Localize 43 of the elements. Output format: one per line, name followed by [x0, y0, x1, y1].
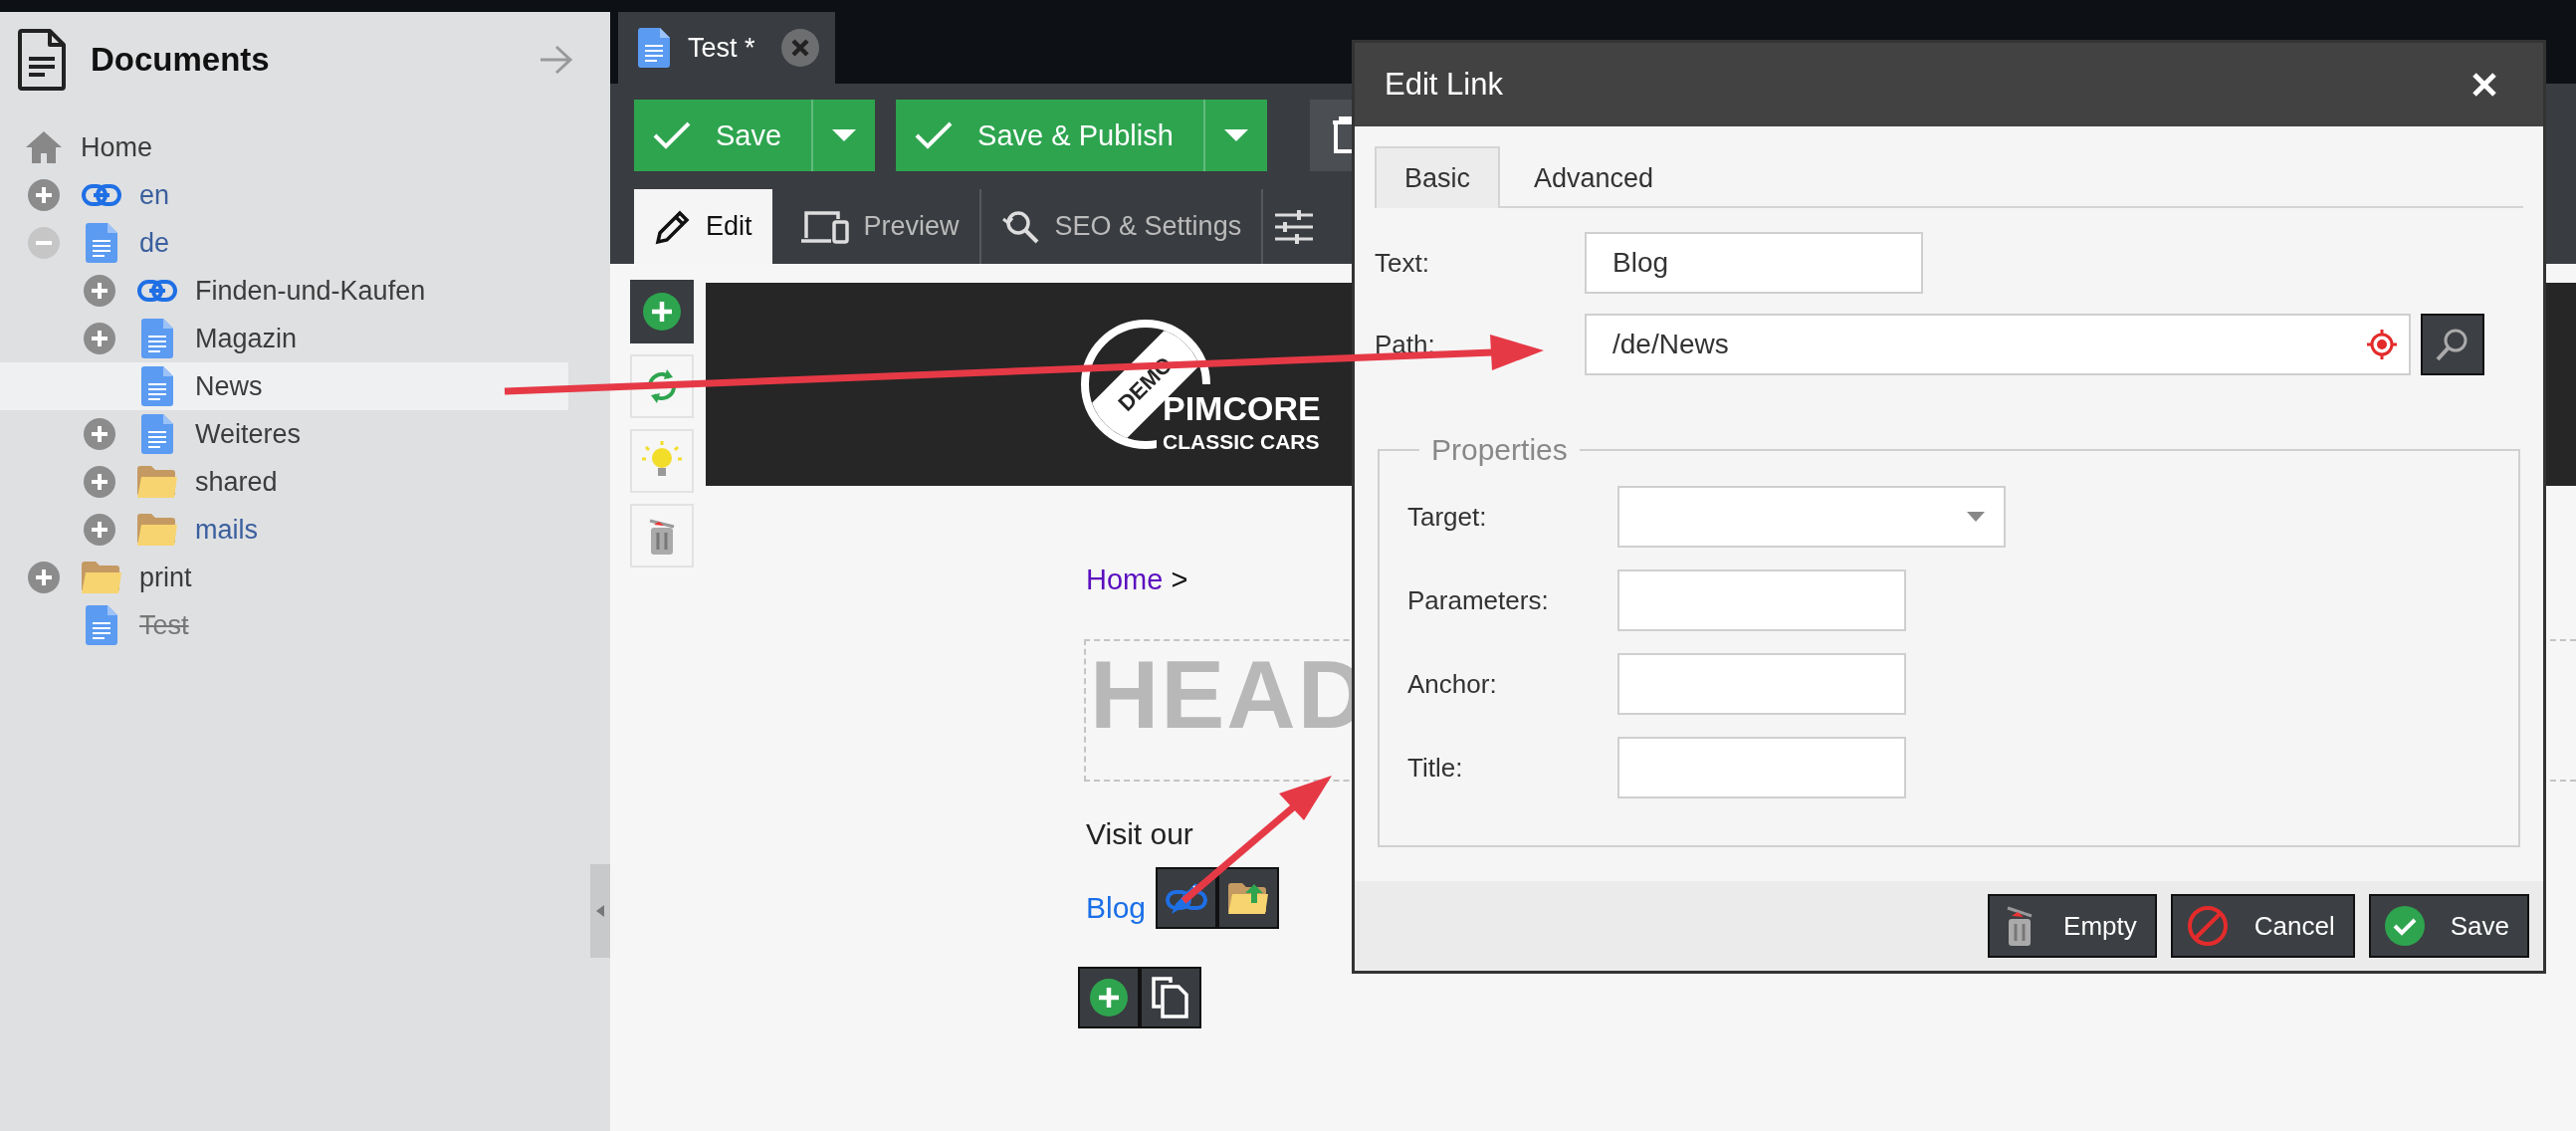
tree-item[interactable]: Finden-und-Kaufen — [0, 267, 568, 315]
breadcrumb-link[interactable]: Home — [1086, 564, 1164, 595]
text-field[interactable]: Blog — [1585, 232, 1923, 294]
dialog-button[interactable]: Cancel — [2170, 894, 2355, 958]
tree-item[interactable]: Home — [0, 123, 568, 171]
tree-label: Magazin — [195, 323, 298, 354]
breadcrumb-separator: > — [1171, 564, 1188, 595]
tree-label: News — [195, 370, 263, 402]
tree-item[interactable]: de — [0, 219, 568, 267]
tree-label: Test — [139, 609, 189, 641]
editor-tab[interactable]: Edit — [634, 189, 772, 264]
field-label: Parameters: — [1407, 584, 1550, 616]
tree-label: shared — [195, 466, 278, 498]
field-label: Path: — [1375, 329, 1436, 360]
dialog-tab[interactable]: Basic — [1375, 146, 1501, 208]
document-tab[interactable]: Test * — [618, 12, 835, 84]
tree-item[interactable]: shared — [0, 458, 568, 506]
tree-label: en — [139, 179, 170, 211]
dialog-button[interactable]: Save — [2368, 894, 2529, 958]
tree-label: de — [139, 227, 170, 259]
tree-label: mails — [195, 514, 258, 546]
tree-item[interactable]: News — [0, 362, 568, 410]
tree-item[interactable]: Weiteres — [0, 410, 568, 458]
tree-item[interactable]: Magazin — [0, 315, 568, 362]
field-label: Text: — [1375, 247, 1430, 279]
tree-label: print — [139, 562, 192, 593]
field-label: Target: — [1407, 501, 1488, 533]
fieldset-legend: Properties — [1419, 433, 1580, 467]
panel-title: Documents — [91, 41, 271, 79]
tab-label: Test * — [688, 32, 756, 64]
dialog-tab[interactable]: Advanced — [1504, 148, 1684, 206]
field-label: Anchor: — [1407, 668, 1498, 700]
dialog-button[interactable]: Empty — [1988, 894, 2157, 958]
tree-label: Finden-und-Kaufen — [195, 275, 426, 307]
path-field[interactable]: /de/News — [1585, 314, 2411, 375]
tree-item[interactable]: print — [0, 554, 568, 601]
tree-item[interactable]: mails — [0, 506, 568, 554]
dialog-title: Edit Link — [1385, 67, 1503, 103]
tree-item[interactable]: en — [0, 171, 568, 219]
paragraph: Visit our — [1086, 817, 1194, 851]
field-label: Title: — [1407, 752, 1464, 784]
tree-label: Weiteres — [195, 418, 302, 450]
blog-link[interactable]: Blog — [1086, 871, 1147, 925]
